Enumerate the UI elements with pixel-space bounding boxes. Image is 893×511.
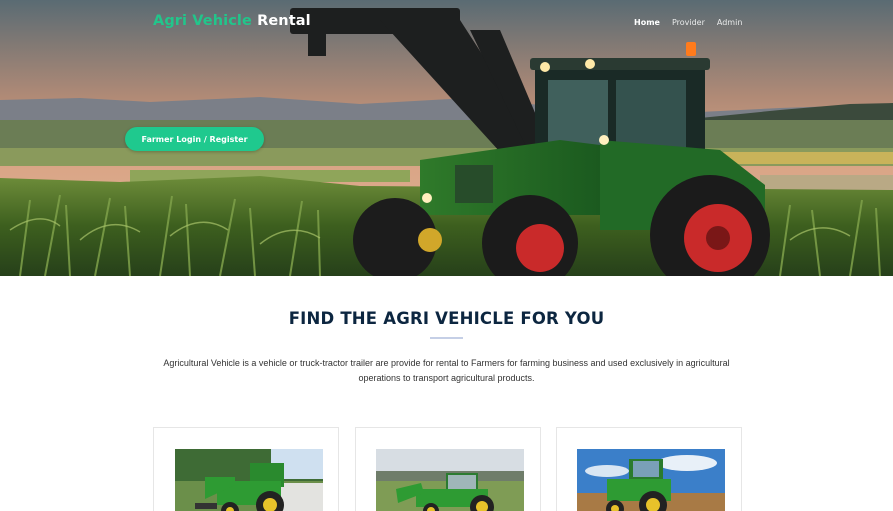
vehicle-card-image	[175, 449, 323, 511]
farmer-login-register-button[interactable]: Farmer Login / Register	[125, 127, 264, 151]
brand-part1: Agri Vehicle	[153, 13, 252, 29]
vehicle-card[interactable]	[556, 427, 742, 511]
section-title: FIND THE AGRI VEHICLE FOR YOU	[288, 309, 605, 328]
brand-logo[interactable]: Agri Vehicle Rental	[153, 13, 311, 29]
title-divider	[430, 337, 463, 339]
main-nav: Home Provider Admin	[634, 18, 754, 27]
vehicle-card-image	[577, 449, 725, 511]
nav-provider[interactable]: Provider	[672, 18, 705, 27]
vehicle-card[interactable]	[153, 427, 339, 511]
nav-home[interactable]: Home	[634, 18, 660, 27]
vehicle-card[interactable]	[355, 427, 541, 511]
vehicle-card-image	[376, 449, 524, 511]
nav-admin[interactable]: Admin	[717, 18, 743, 27]
section-description: Agricultural Vehicle is a vehicle or tru…	[163, 358, 730, 383]
brand-part2: Rental	[257, 13, 311, 29]
hero-banner: Agri Vehicle Rental Home Provider Admin …	[0, 0, 893, 276]
